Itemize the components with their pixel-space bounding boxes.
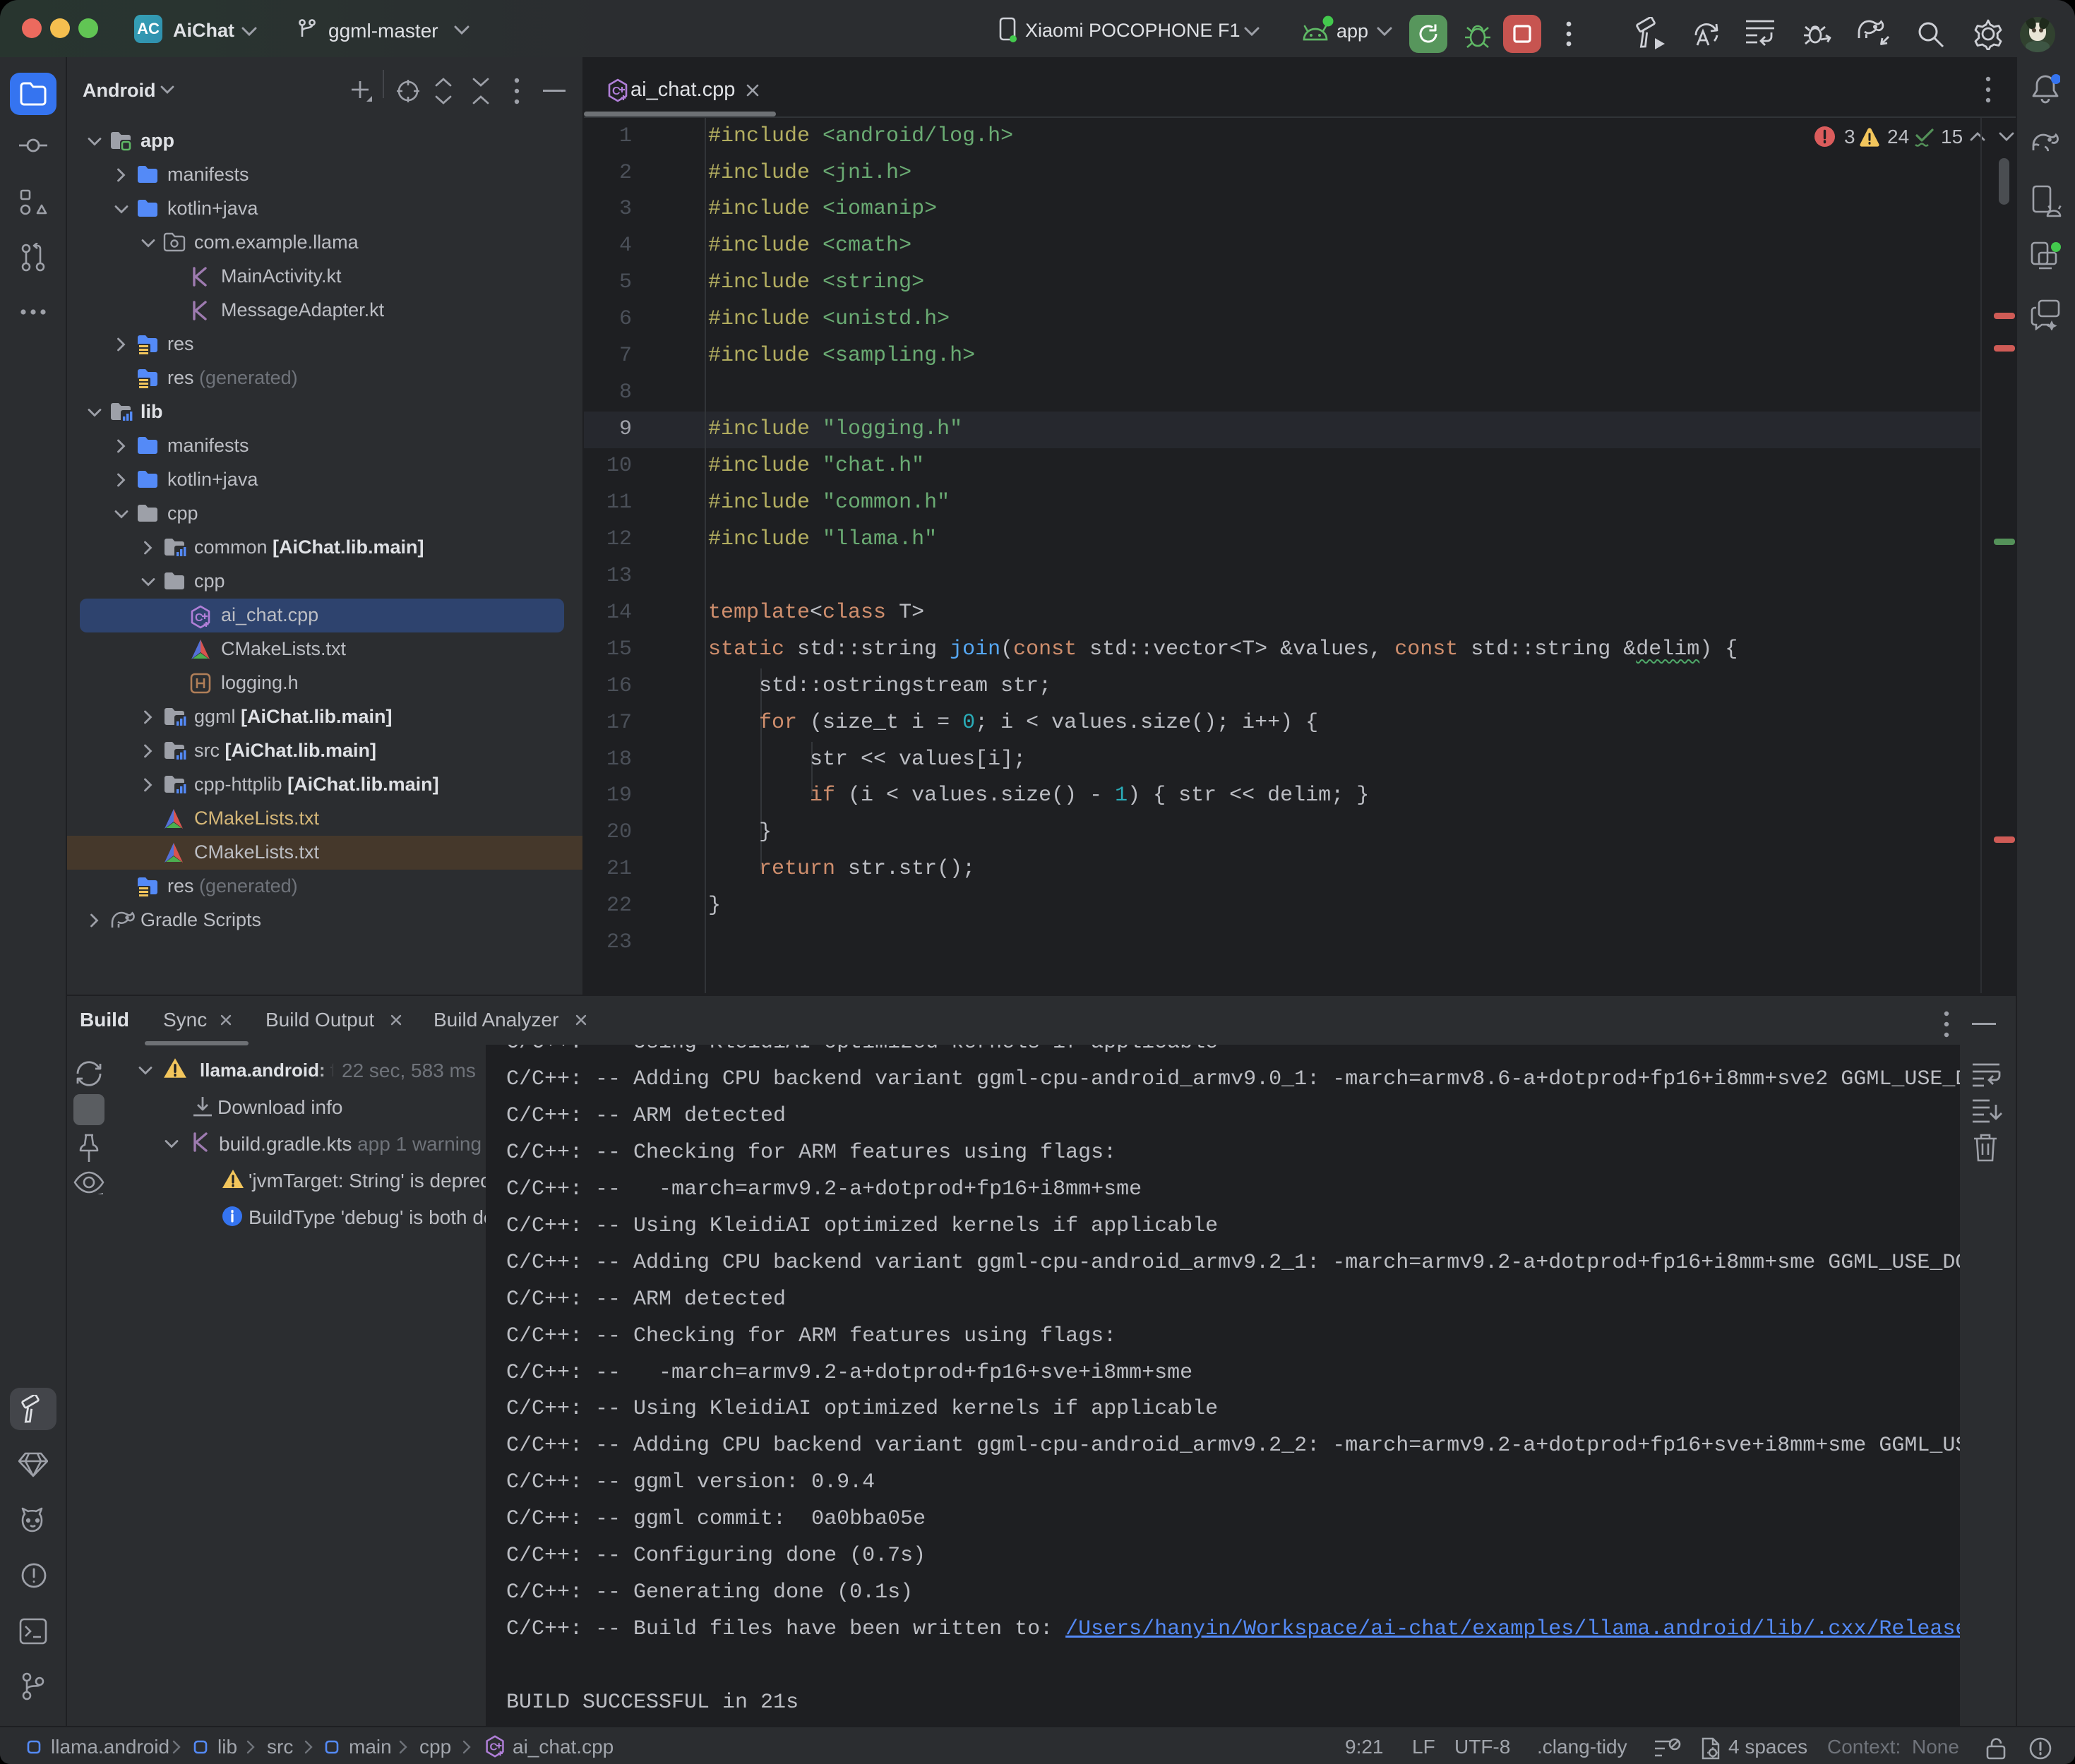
svg-text:C: C <box>612 85 621 97</box>
svg-text:C: C <box>195 612 203 624</box>
svg-text:C: C <box>489 1741 497 1753</box>
